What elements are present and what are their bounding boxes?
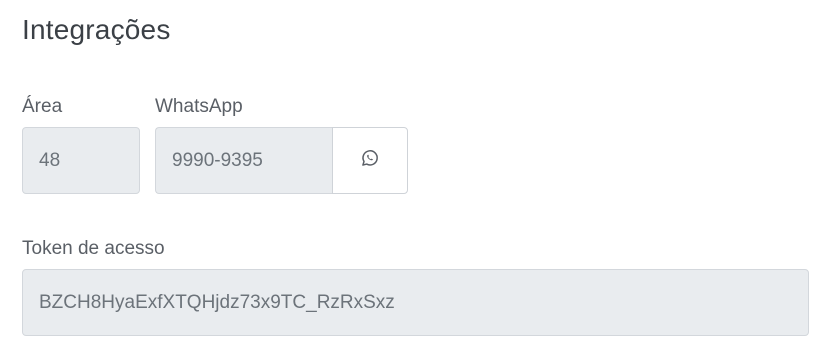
area-code-field[interactable]: 48 — [22, 127, 140, 194]
whatsapp-number-value: 9990-9395 — [172, 149, 263, 171]
section-title: Integrações — [22, 14, 171, 45]
whatsapp-icon — [360, 148, 380, 173]
whatsapp-button[interactable] — [332, 127, 408, 194]
whatsapp-number-field[interactable]: 9990-9395 — [155, 127, 333, 194]
access-token-field[interactable]: BZCH8HyaExfXTQHjdz73x9TC_RzRxSxz — [22, 269, 809, 336]
access-token-value: BZCH8HyaExfXTQHjdz73x9TC_RzRxSxz — [39, 291, 395, 313]
token-label: Token de acesso — [22, 238, 165, 259]
whatsapp-label: WhatsApp — [155, 96, 243, 117]
area-label: Área — [22, 96, 63, 117]
area-code-value: 48 — [39, 149, 61, 171]
